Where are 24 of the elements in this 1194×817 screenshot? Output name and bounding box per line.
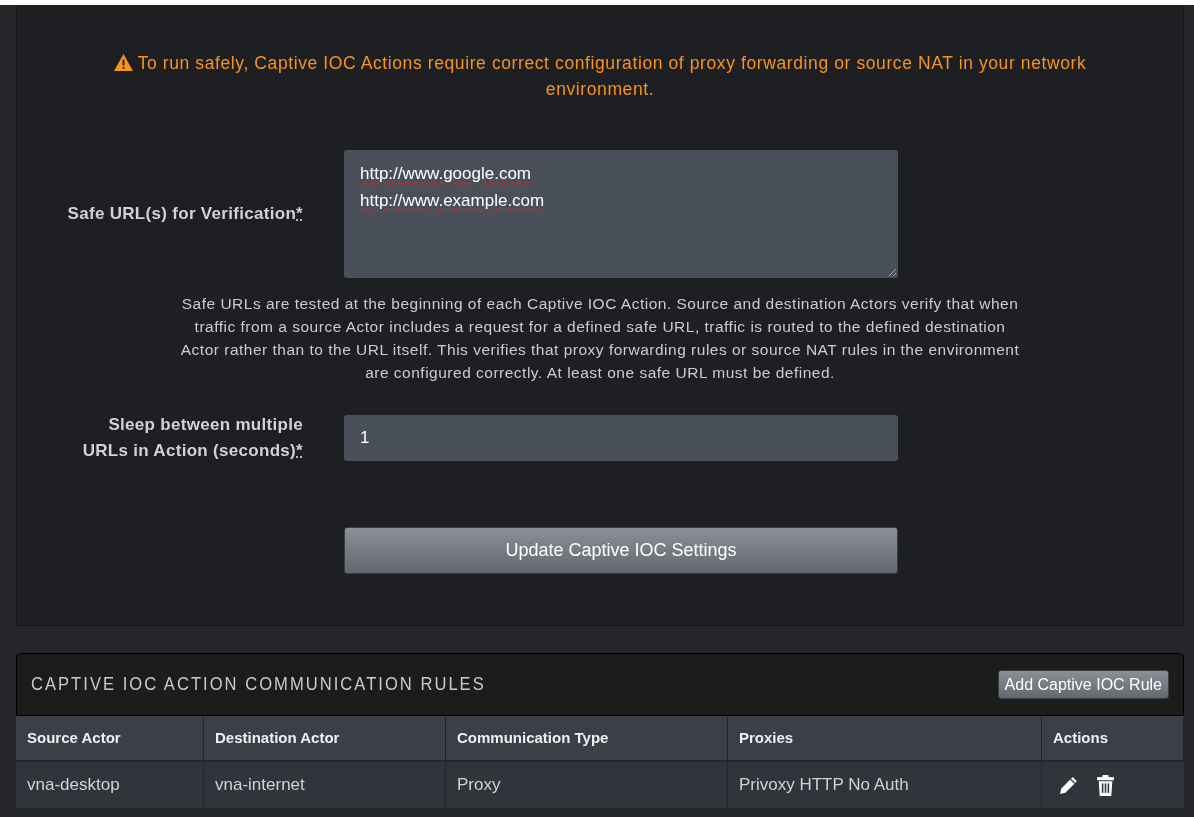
trash-icon[interactable] — [1097, 774, 1114, 796]
help-text: Safe URLs are tested at the beginning of each Captive IOC Action. Source and destination Actors verify that when traffic from a source Actor includes a request for a defined safe URL, traffic is routed to the defined destination Actor rather than to the URL itself. This verifies that proxy forwarding rules or source NAT rules in the environment are configured correctly. At least one safe URL must be defined. — [180, 294, 1020, 383]
table-cell: vna-desktop — [16, 762, 204, 808]
field-label: Safe URL(s) for Verification* — [66, 203, 303, 225]
field-label: Sleep between multiple URLs in Action (seconds)* — [81, 414, 303, 462]
url-line: http://www.google.com — [360, 163, 532, 185]
url-line: http://www.example.com — [360, 190, 545, 212]
table-cell: vna-internet — [204, 762, 446, 808]
update-settings-button[interactable]: Update Captive IOC Settings — [344, 527, 898, 574]
column-header: Source Actor — [16, 716, 204, 760]
warning-message: To run safely, Captive IOC Actions require correct configuration of proxy forwarding or source NAT in your network environment. — [137, 53, 1087, 99]
column-header: Proxies — [728, 716, 1042, 760]
pencil-icon[interactable] — [1058, 774, 1079, 796]
add-rule-button[interactable]: Add Captive IOC Rule — [997, 670, 1169, 699]
table-cell: Privoxy HTTP No Auth — [728, 762, 1042, 808]
resize-handle-icon — [887, 267, 897, 277]
sleep-input[interactable]: 1 — [344, 415, 898, 461]
column-header: Actions — [1042, 716, 1184, 760]
warning-icon — [113, 54, 133, 71]
url-textarea[interactable]: http://www.google.com http://www.example.com — [344, 150, 898, 278]
column-header: Communication Type — [446, 716, 728, 760]
column-header: Destination Actor — [204, 716, 446, 760]
section-title: CAPTIVE IOC ACTION COMMUNICATION RULES — [31, 673, 486, 696]
table-cell: Proxy — [446, 762, 728, 808]
